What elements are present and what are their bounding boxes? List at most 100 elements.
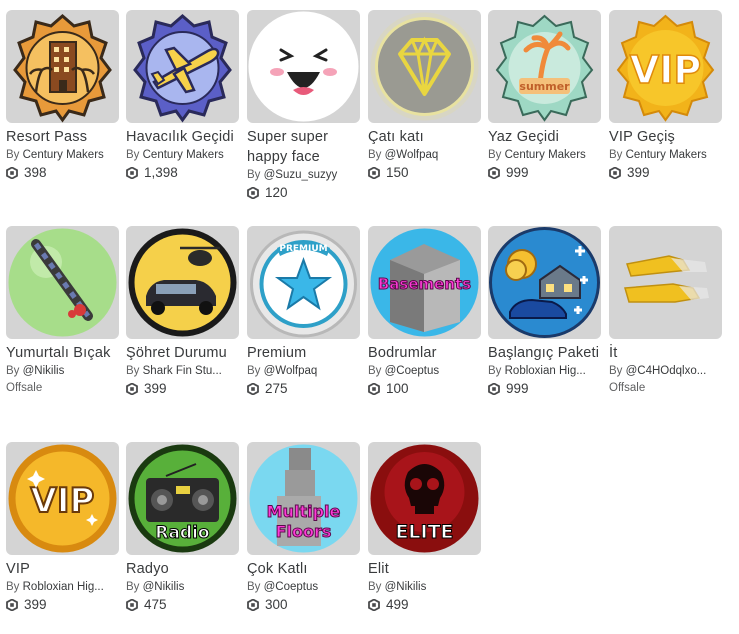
price-value: 120 [265, 185, 288, 200]
item-creator[interactable]: By Century Makers [609, 147, 722, 164]
price-value: 399 [24, 597, 47, 612]
item-thumbnail[interactable] [488, 226, 601, 339]
creator-name[interactable]: Century Makers [23, 149, 104, 161]
item-name[interactable]: Elit [368, 559, 481, 579]
creator-name[interactable]: @Nikilis [143, 581, 185, 593]
badge-text: VIP [31, 481, 95, 521]
item-card[interactable]: Çatı katı By @Wolfpaq 150 [368, 10, 481, 182]
item-creator[interactable]: By @Coeptus [247, 579, 360, 596]
creator-name[interactable]: Century Makers [505, 149, 586, 161]
item-card[interactable]: Şöhret Durumu By Shark Fin Stu... 399 [126, 226, 239, 398]
item-creator[interactable]: By Shark Fin Stu... [126, 363, 239, 380]
item-creator[interactable]: By @Nikilis [368, 579, 481, 596]
item-card[interactable]: ELITE Elit By @Nikilis 499 [368, 442, 481, 614]
item-card[interactable]: VIP VIP By Robloxian Hig... 399 [6, 442, 119, 614]
item-creator[interactable]: By @C4HOdqlxo... [609, 363, 722, 380]
item-creator[interactable]: By @Nikilis [126, 579, 239, 596]
happy-face-icon [248, 11, 359, 122]
item-thumbnail[interactable] [6, 10, 119, 123]
badge-text: summer [519, 80, 570, 93]
item-card[interactable]: Radio Radyo By @Nikilis 475 [126, 442, 239, 614]
item-thumbnail[interactable]: Radio [126, 442, 239, 555]
item-thumbnail[interactable] [6, 226, 119, 339]
item-card[interactable]: Multiple Floors Çok Katlı By @Coeptus 30… [247, 442, 360, 614]
creator-name[interactable]: @C4HOdqlxo... [626, 365, 707, 377]
item-thumbnail[interactable]: Multiple Floors [247, 442, 360, 555]
item-name[interactable]: Premium [247, 343, 360, 363]
badge-text: Multiple [267, 502, 341, 521]
item-creator[interactable]: By @Wolfpaq [247, 363, 360, 380]
item-name[interactable]: VIP Geçiş [609, 127, 722, 147]
item-price: 100 [368, 380, 481, 398]
robux-icon [368, 167, 380, 179]
item-thumbnail[interactable]: ELITE [368, 442, 481, 555]
creator-name[interactable]: Robloxian Hig... [505, 365, 586, 377]
creator-name[interactable]: Century Makers [626, 149, 707, 161]
item-name[interactable]: Başlangıç Paketi [488, 343, 601, 363]
creator-name[interactable]: Shark Fin Stu... [143, 365, 222, 377]
item-name[interactable]: Havacılık Geçidi [126, 127, 239, 147]
item-creator[interactable]: By Century Makers [6, 147, 119, 164]
item-thumbnail[interactable] [126, 226, 239, 339]
item-card[interactable]: Havacılık Geçidi By Century Makers 1,398 [126, 10, 239, 182]
item-thumbnail[interactable] [247, 10, 360, 123]
item-card[interactable]: İt By @C4HOdqlxo... Offsale [609, 226, 722, 397]
item-creator[interactable]: By Robloxian Hig... [488, 363, 601, 380]
creator-name[interactable]: @Suzu_suzyy [264, 169, 338, 181]
item-card[interactable]: summer Yaz Geçidi By Century Makers 999 [488, 10, 601, 182]
item-thumbnail[interactable]: Basements [368, 226, 481, 339]
item-name[interactable]: Bodrumlar [368, 343, 481, 363]
item-thumbnail[interactable]: PREMIUM [247, 226, 360, 339]
creator-name[interactable]: @Coeptus [385, 365, 440, 377]
item-name[interactable]: İt [609, 343, 722, 363]
creator-name[interactable]: @Coeptus [264, 581, 319, 593]
creator-name[interactable]: @Wolfpaq [385, 149, 439, 161]
creator-name[interactable]: @Nikilis [385, 581, 427, 593]
item-creator[interactable]: By @Nikilis [6, 363, 119, 380]
item-creator[interactable]: By Century Makers [488, 147, 601, 164]
gold-dog-icon [624, 255, 709, 303]
price-value: 300 [265, 597, 288, 612]
item-name[interactable]: Şöhret Durumu [126, 343, 239, 363]
item-name[interactable]: Çok Katlı [247, 559, 360, 579]
egg-knife-icon [8, 228, 117, 337]
creator-name[interactable]: @Nikilis [23, 365, 65, 377]
price-value: 999 [506, 165, 529, 180]
item-thumbnail[interactable]: VIP [609, 10, 722, 123]
badge-text: VIP [630, 48, 701, 92]
item-card[interactable]: VIP VIP Geçiş By Century Makers 399 [609, 10, 722, 182]
item-thumbnail[interactable] [368, 10, 481, 123]
item-creator[interactable]: By Robloxian Hig... [6, 579, 119, 596]
item-card[interactable]: Basements Bodrumlar By @Coeptus 100 [368, 226, 481, 398]
item-card[interactable]: Yumurtalı Bıçak By @Nikilis Offsale [6, 226, 119, 397]
item-thumbnail[interactable]: summer [488, 10, 601, 123]
item-name[interactable]: Çatı katı [368, 127, 481, 147]
item-name[interactable]: VIP [6, 559, 119, 579]
item-creator[interactable]: By Century Makers [126, 147, 239, 164]
item-card[interactable]: PREMIUM Premium By @Wolfpaq 275 [247, 226, 360, 398]
item-thumbnail[interactable] [609, 226, 722, 339]
item-card[interactable]: Resort Pass By Century Makers 398 [6, 10, 119, 182]
item-creator[interactable]: By @Suzu_suzyy [247, 167, 360, 184]
item-card[interactable]: Super super happy face By @Suzu_suzyy 12… [247, 10, 360, 202]
item-creator[interactable]: By @Wolfpaq [368, 147, 481, 164]
item-name[interactable]: Radyo [126, 559, 239, 579]
item-name[interactable]: Yaz Geçidi [488, 127, 601, 147]
robux-icon [247, 599, 259, 611]
item-name[interactable]: Super super happy face [247, 127, 360, 167]
creator-name[interactable]: Century Makers [143, 149, 224, 161]
item-thumbnail[interactable]: VIP [6, 442, 119, 555]
by-label: By [488, 149, 502, 161]
item-card[interactable]: Başlangıç Paketi By Robloxian Hig... 999 [488, 226, 601, 398]
badge-text: Floors [276, 522, 332, 541]
price-value: 275 [265, 381, 288, 396]
creator-name[interactable]: Robloxian Hig... [23, 581, 104, 593]
robux-icon [247, 187, 259, 199]
item-thumbnail[interactable] [126, 10, 239, 123]
item-name[interactable]: Resort Pass [6, 127, 119, 147]
price-value: 475 [144, 597, 167, 612]
airplane-badge-icon [133, 14, 232, 123]
item-name[interactable]: Yumurtalı Bıçak [6, 343, 119, 363]
item-creator[interactable]: By @Coeptus [368, 363, 481, 380]
creator-name[interactable]: @Wolfpaq [264, 365, 318, 377]
